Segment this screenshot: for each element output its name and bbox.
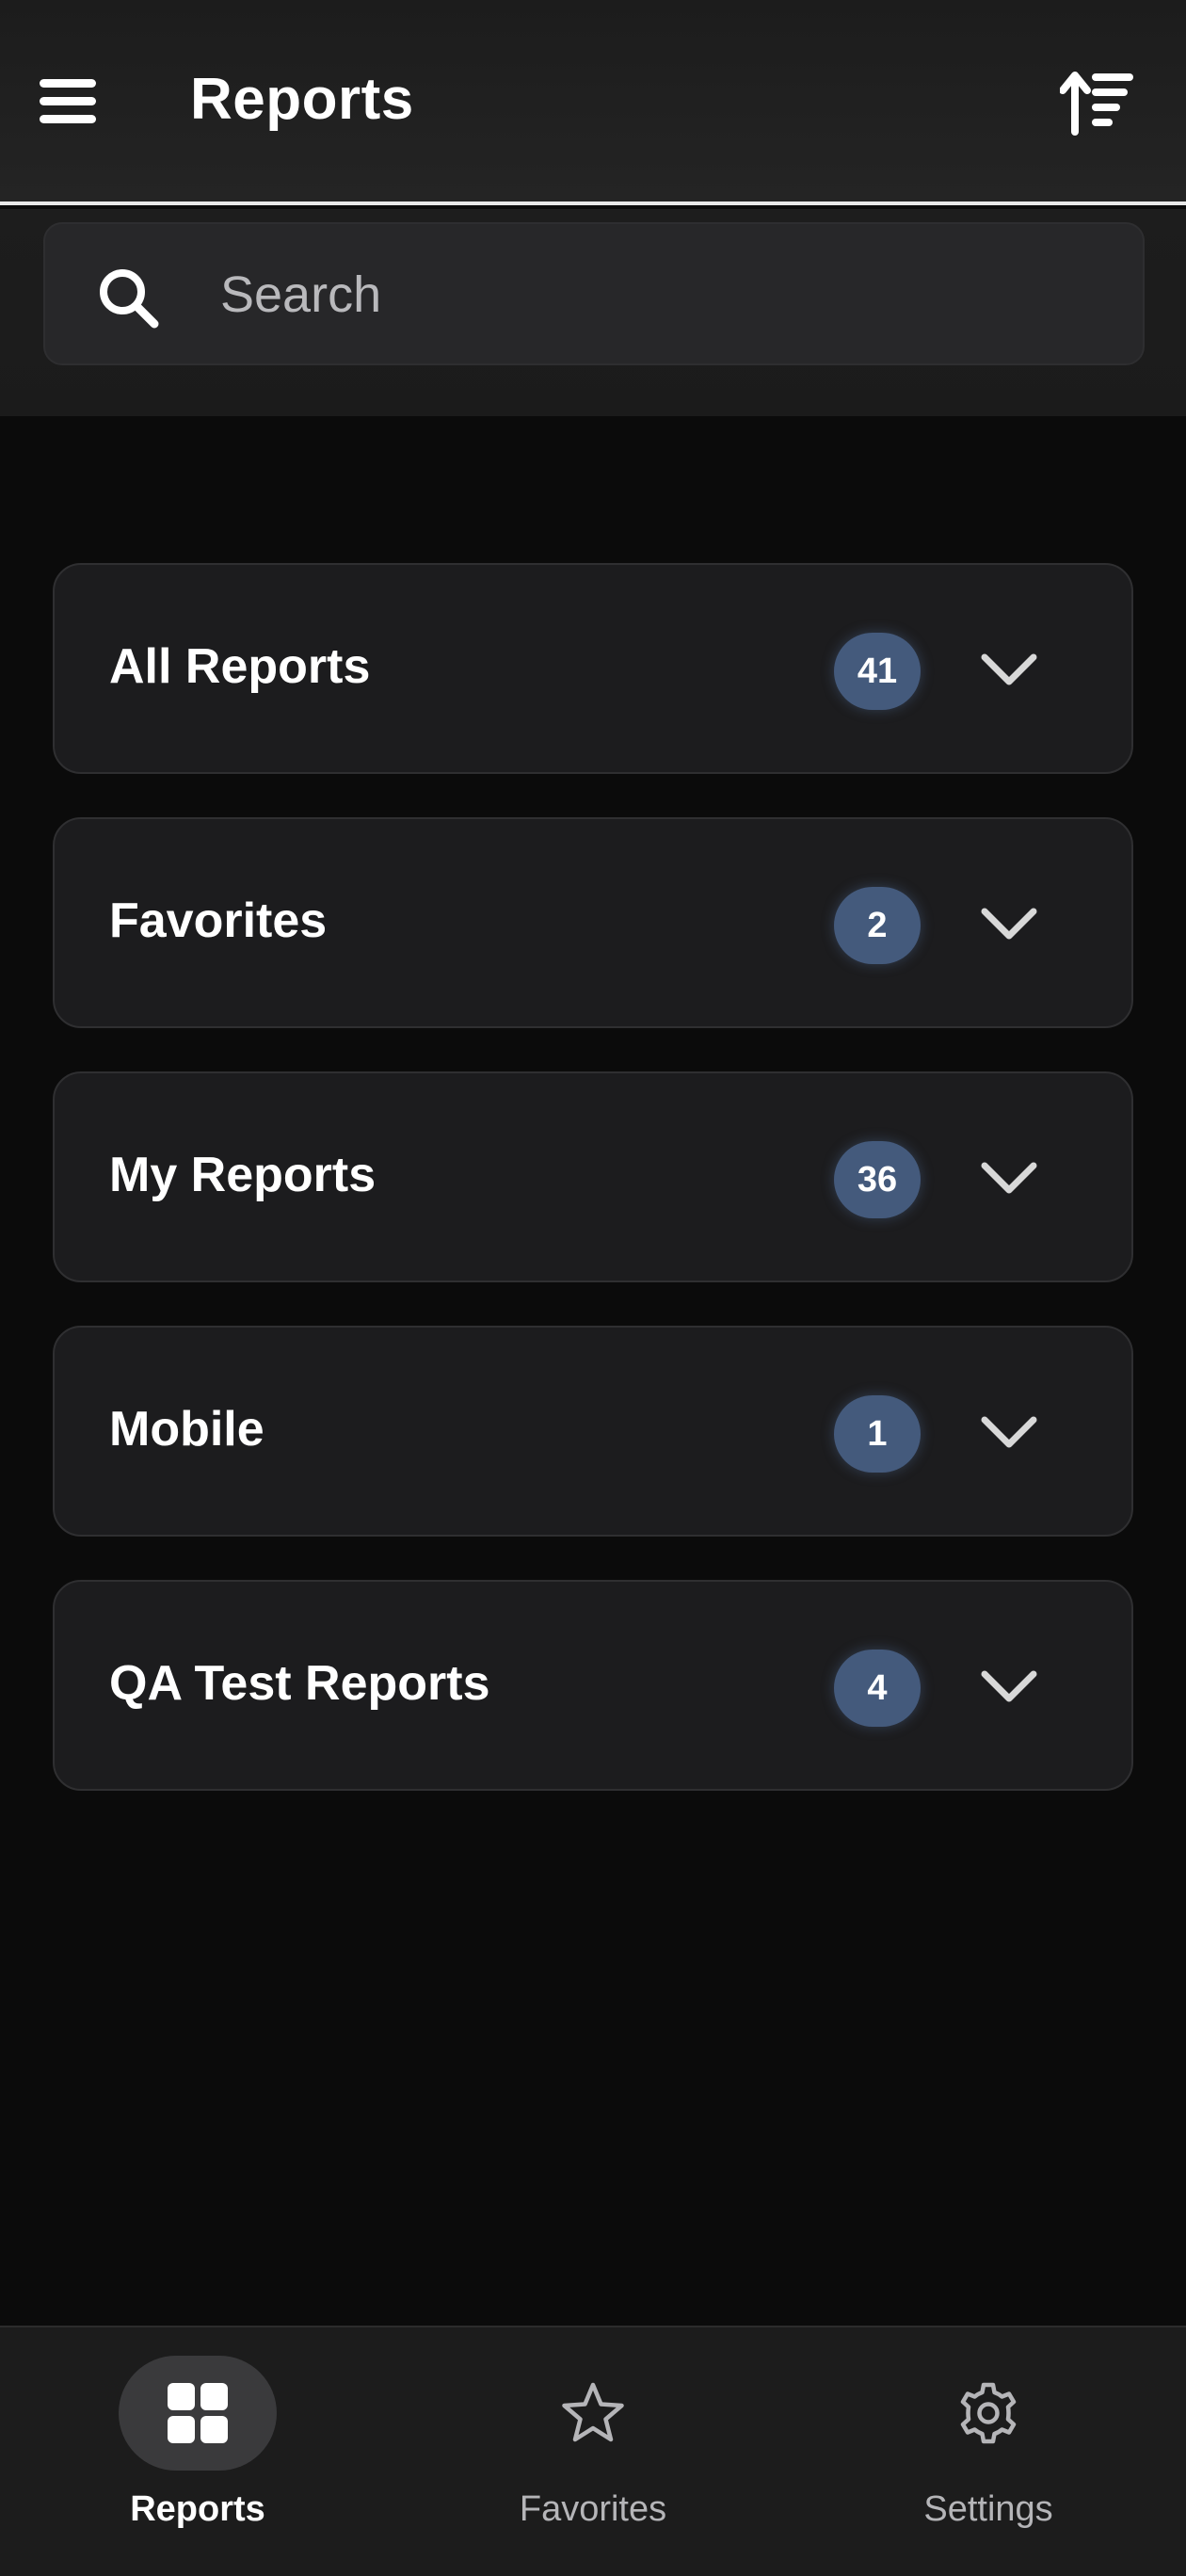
count-badge: 36	[834, 1141, 921, 1218]
nav-reports[interactable]: Reports	[56, 2356, 339, 2553]
group-mobile[interactable]: Mobile 1	[53, 1326, 1133, 1537]
count-badge: 4	[834, 1650, 921, 1727]
group-qa-test-reports[interactable]: QA Test Reports 4	[53, 1580, 1133, 1791]
nav-active-indicator	[119, 2356, 277, 2471]
group-my-reports[interactable]: My Reports 36	[53, 1071, 1133, 1282]
top-app-bar: Reports	[0, 0, 1186, 205]
chevron-down-icon[interactable]	[979, 1657, 1039, 1717]
nav-settings[interactable]: Settings	[847, 2356, 1130, 2553]
app: Reports All Reports	[0, 0, 1186, 2576]
count-badge: 1	[834, 1395, 921, 1473]
nav-label: Settings	[923, 2489, 1053, 2529]
search-icon	[96, 266, 160, 330]
group-label: My Reports	[109, 1148, 377, 1202]
nav-label: Favorites	[519, 2489, 667, 2529]
report-groups-list: All Reports 41 Favorites 2 My Reports 36…	[53, 563, 1133, 1834]
nav-label: Reports	[130, 2489, 265, 2529]
count-badge: 2	[834, 887, 921, 964]
bottom-navigation: Reports Favorites Settings	[0, 2326, 1186, 2576]
search-bar-container	[0, 209, 1186, 416]
hamburger-menu-icon[interactable]	[36, 72, 100, 132]
sort-ascending-icon[interactable]	[1059, 68, 1135, 139]
group-label: Mobile	[109, 1402, 264, 1457]
group-label: Favorites	[109, 894, 328, 948]
gear-icon	[960, 2382, 1017, 2444]
grid-icon	[168, 2383, 228, 2443]
search-box[interactable]	[43, 222, 1145, 365]
group-all-reports[interactable]: All Reports 41	[53, 563, 1133, 774]
group-label: QA Test Reports	[109, 1656, 490, 1711]
search-input[interactable]	[220, 252, 1067, 337]
count-badge: 41	[834, 633, 921, 710]
chevron-down-icon[interactable]	[979, 1403, 1039, 1463]
chevron-down-icon[interactable]	[979, 640, 1039, 700]
star-icon	[562, 2382, 624, 2442]
group-favorites[interactable]: Favorites 2	[53, 817, 1133, 1028]
chevron-down-icon[interactable]	[979, 894, 1039, 955]
page-title: Reports	[190, 67, 414, 132]
group-label: All Reports	[109, 639, 371, 694]
chevron-down-icon[interactable]	[979, 1149, 1039, 1209]
nav-favorites[interactable]: Favorites	[452, 2356, 734, 2553]
